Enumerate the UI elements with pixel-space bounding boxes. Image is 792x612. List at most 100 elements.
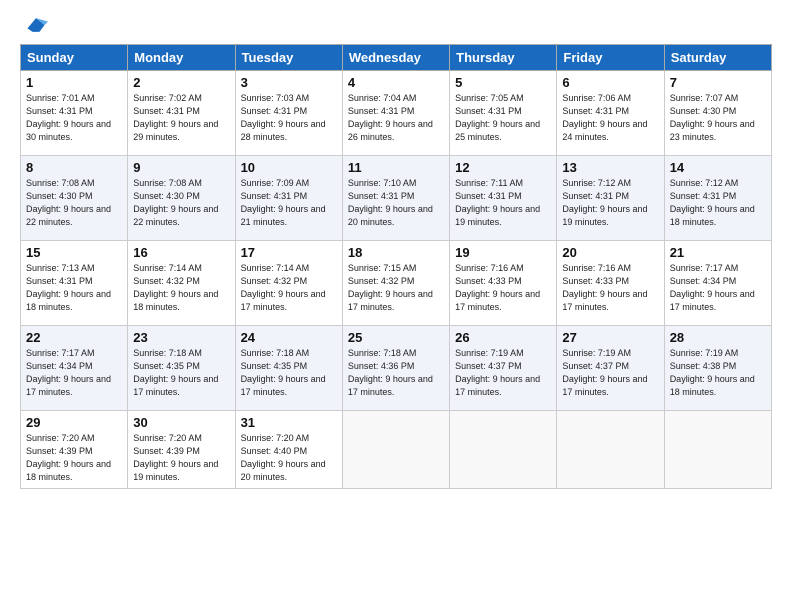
day-info: Sunrise: 7:18 AMSunset: 4:35 PMDaylight:…: [241, 347, 337, 399]
day-info: Sunrise: 7:13 AMSunset: 4:31 PMDaylight:…: [26, 262, 122, 314]
logo: [20, 16, 50, 34]
day-info: Sunrise: 7:17 AMSunset: 4:34 PMDaylight:…: [670, 262, 766, 314]
day-number: 20: [562, 245, 658, 260]
day-info: Sunrise: 7:04 AMSunset: 4:31 PMDaylight:…: [348, 92, 444, 144]
logo-bird-icon: [24, 16, 48, 34]
day-number: 18: [348, 245, 444, 260]
day-info: Sunrise: 7:18 AMSunset: 4:36 PMDaylight:…: [348, 347, 444, 399]
day-number: 21: [670, 245, 766, 260]
day-info: Sunrise: 7:19 AMSunset: 4:38 PMDaylight:…: [670, 347, 766, 399]
day-info: Sunrise: 7:16 AMSunset: 4:33 PMDaylight:…: [562, 262, 658, 314]
calendar-cell: [557, 411, 664, 489]
calendar-cell: 24 Sunrise: 7:18 AMSunset: 4:35 PMDayligh…: [235, 326, 342, 411]
day-info: Sunrise: 7:03 AMSunset: 4:31 PMDaylight:…: [241, 92, 337, 144]
calendar-cell: 16 Sunrise: 7:14 AMSunset: 4:32 PMDayligh…: [128, 241, 235, 326]
day-info: Sunrise: 7:19 AMSunset: 4:37 PMDaylight:…: [562, 347, 658, 399]
calendar-cell: 20 Sunrise: 7:16 AMSunset: 4:33 PMDayligh…: [557, 241, 664, 326]
day-info: Sunrise: 7:18 AMSunset: 4:35 PMDaylight:…: [133, 347, 229, 399]
day-number: 4: [348, 75, 444, 90]
day-number: 27: [562, 330, 658, 345]
day-number: 16: [133, 245, 229, 260]
day-number: 24: [241, 330, 337, 345]
day-number: 23: [133, 330, 229, 345]
day-info: Sunrise: 7:06 AMSunset: 4:31 PMDaylight:…: [562, 92, 658, 144]
calendar-cell: 2Sunrise: 7:02 AMSunset: 4:31 PMDaylight…: [128, 71, 235, 156]
day-number: 28: [670, 330, 766, 345]
calendar-header-row: Sunday Monday Tuesday Wednesday Thursday…: [21, 45, 772, 71]
header: [20, 16, 772, 34]
calendar-cell: 6 Sunrise: 7:06 AMSunset: 4:31 PMDaylight…: [557, 71, 664, 156]
day-info: Sunrise: 7:08 AMSunset: 4:30 PMDaylight:…: [26, 177, 122, 229]
day-number: 25: [348, 330, 444, 345]
calendar-cell: 26 Sunrise: 7:19 AMSunset: 4:37 PMDayligh…: [450, 326, 557, 411]
calendar-table: Sunday Monday Tuesday Wednesday Thursday…: [20, 44, 772, 489]
calendar-cell: [664, 411, 771, 489]
day-info: Sunrise: 7:08 AMSunset: 4:30 PMDaylight:…: [133, 177, 229, 229]
day-number: 3: [241, 75, 337, 90]
calendar-cell: 3 Sunrise: 7:03 AMSunset: 4:31 PMDaylight…: [235, 71, 342, 156]
calendar-cell: 31 Sunrise: 7:20 AMSunset: 4:40 PMDayligh…: [235, 411, 342, 489]
day-number: 8: [26, 160, 122, 175]
day-info: Sunrise: 7:16 AMSunset: 4:33 PMDaylight:…: [455, 262, 551, 314]
day-number: 11: [348, 160, 444, 175]
day-info: Sunrise: 7:17 AMSunset: 4:34 PMDaylight:…: [26, 347, 122, 399]
day-number: 30: [133, 415, 229, 430]
calendar-cell: 15 Sunrise: 7:13 AMSunset: 4:31 PMDayligh…: [21, 241, 128, 326]
day-info: Sunrise: 7:20 AMSunset: 4:39 PMDaylight:…: [133, 432, 229, 484]
col-tuesday: Tuesday: [235, 45, 342, 71]
calendar-cell: 28 Sunrise: 7:19 AMSunset: 4:38 PMDayligh…: [664, 326, 771, 411]
calendar-cell: 12 Sunrise: 7:11 AMSunset: 4:31 PMDayligh…: [450, 156, 557, 241]
day-number: 13: [562, 160, 658, 175]
calendar-cell: 27 Sunrise: 7:19 AMSunset: 4:37 PMDayligh…: [557, 326, 664, 411]
day-info: Sunrise: 7:01 AMSunset: 4:31 PMDaylight:…: [26, 92, 122, 144]
calendar-cell: [450, 411, 557, 489]
col-wednesday: Wednesday: [342, 45, 449, 71]
day-info: Sunrise: 7:14 AMSunset: 4:32 PMDaylight:…: [241, 262, 337, 314]
day-number: 31: [241, 415, 337, 430]
col-thursday: Thursday: [450, 45, 557, 71]
calendar-cell: 10 Sunrise: 7:09 AMSunset: 4:31 PMDayligh…: [235, 156, 342, 241]
calendar-cell: [342, 411, 449, 489]
day-number: 2: [133, 75, 229, 90]
calendar-cell: 18 Sunrise: 7:15 AMSunset: 4:32 PMDayligh…: [342, 241, 449, 326]
day-number: 14: [670, 160, 766, 175]
page: Sunday Monday Tuesday Wednesday Thursday…: [0, 0, 792, 612]
calendar-cell: 5 Sunrise: 7:05 AMSunset: 4:31 PMDaylight…: [450, 71, 557, 156]
day-number: 6: [562, 75, 658, 90]
calendar-cell: 14Sunrise: 7:12 AMSunset: 4:31 PMDayligh…: [664, 156, 771, 241]
day-info: Sunrise: 7:15 AMSunset: 4:32 PMDaylight:…: [348, 262, 444, 314]
calendar-cell: 1 Sunrise: 7:01 AMSunset: 4:31 PMDaylight…: [21, 71, 128, 156]
day-number: 29: [26, 415, 122, 430]
col-monday: Monday: [128, 45, 235, 71]
day-info: Sunrise: 7:05 AMSunset: 4:31 PMDaylight:…: [455, 92, 551, 144]
col-saturday: Saturday: [664, 45, 771, 71]
calendar-cell: 9 Sunrise: 7:08 AMSunset: 4:30 PMDaylight…: [128, 156, 235, 241]
day-info: Sunrise: 7:10 AMSunset: 4:31 PMDaylight:…: [348, 177, 444, 229]
calendar-cell: 4 Sunrise: 7:04 AMSunset: 4:31 PMDaylight…: [342, 71, 449, 156]
day-info: Sunrise: 7:20 AMSunset: 4:39 PMDaylight:…: [26, 432, 122, 484]
day-info: Sunrise: 7:20 AMSunset: 4:40 PMDaylight:…: [241, 432, 337, 484]
day-number: 26: [455, 330, 551, 345]
calendar-cell: 17 Sunrise: 7:14 AMSunset: 4:32 PMDayligh…: [235, 241, 342, 326]
day-number: 12: [455, 160, 551, 175]
day-number: 1: [26, 75, 122, 90]
calendar-cell: 25 Sunrise: 7:18 AMSunset: 4:36 PMDayligh…: [342, 326, 449, 411]
calendar-cell: 30 Sunrise: 7:20 AMSunset: 4:39 PMDayligh…: [128, 411, 235, 489]
col-friday: Friday: [557, 45, 664, 71]
day-info: Sunrise: 7:11 AMSunset: 4:31 PMDaylight:…: [455, 177, 551, 229]
day-number: 9: [133, 160, 229, 175]
col-sunday: Sunday: [21, 45, 128, 71]
day-info: Sunrise: 7:19 AMSunset: 4:37 PMDaylight:…: [455, 347, 551, 399]
calendar-cell: 7Sunrise: 7:07 AMSunset: 4:30 PMDaylight…: [664, 71, 771, 156]
day-info: Sunrise: 7:14 AMSunset: 4:32 PMDaylight:…: [133, 262, 229, 314]
day-number: 7: [670, 75, 766, 90]
calendar-cell: 23 Sunrise: 7:18 AMSunset: 4:35 PMDayligh…: [128, 326, 235, 411]
calendar-cell: 8 Sunrise: 7:08 AMSunset: 4:30 PMDaylight…: [21, 156, 128, 241]
calendar-cell: 29 Sunrise: 7:20 AMSunset: 4:39 PMDayligh…: [21, 411, 128, 489]
day-number: 5: [455, 75, 551, 90]
day-info: Sunrise: 7:12 AMSunset: 4:31 PMDaylight:…: [562, 177, 658, 229]
day-number: 10: [241, 160, 337, 175]
day-info: Sunrise: 7:09 AMSunset: 4:31 PMDaylight:…: [241, 177, 337, 229]
day-number: 15: [26, 245, 122, 260]
day-number: 17: [241, 245, 337, 260]
